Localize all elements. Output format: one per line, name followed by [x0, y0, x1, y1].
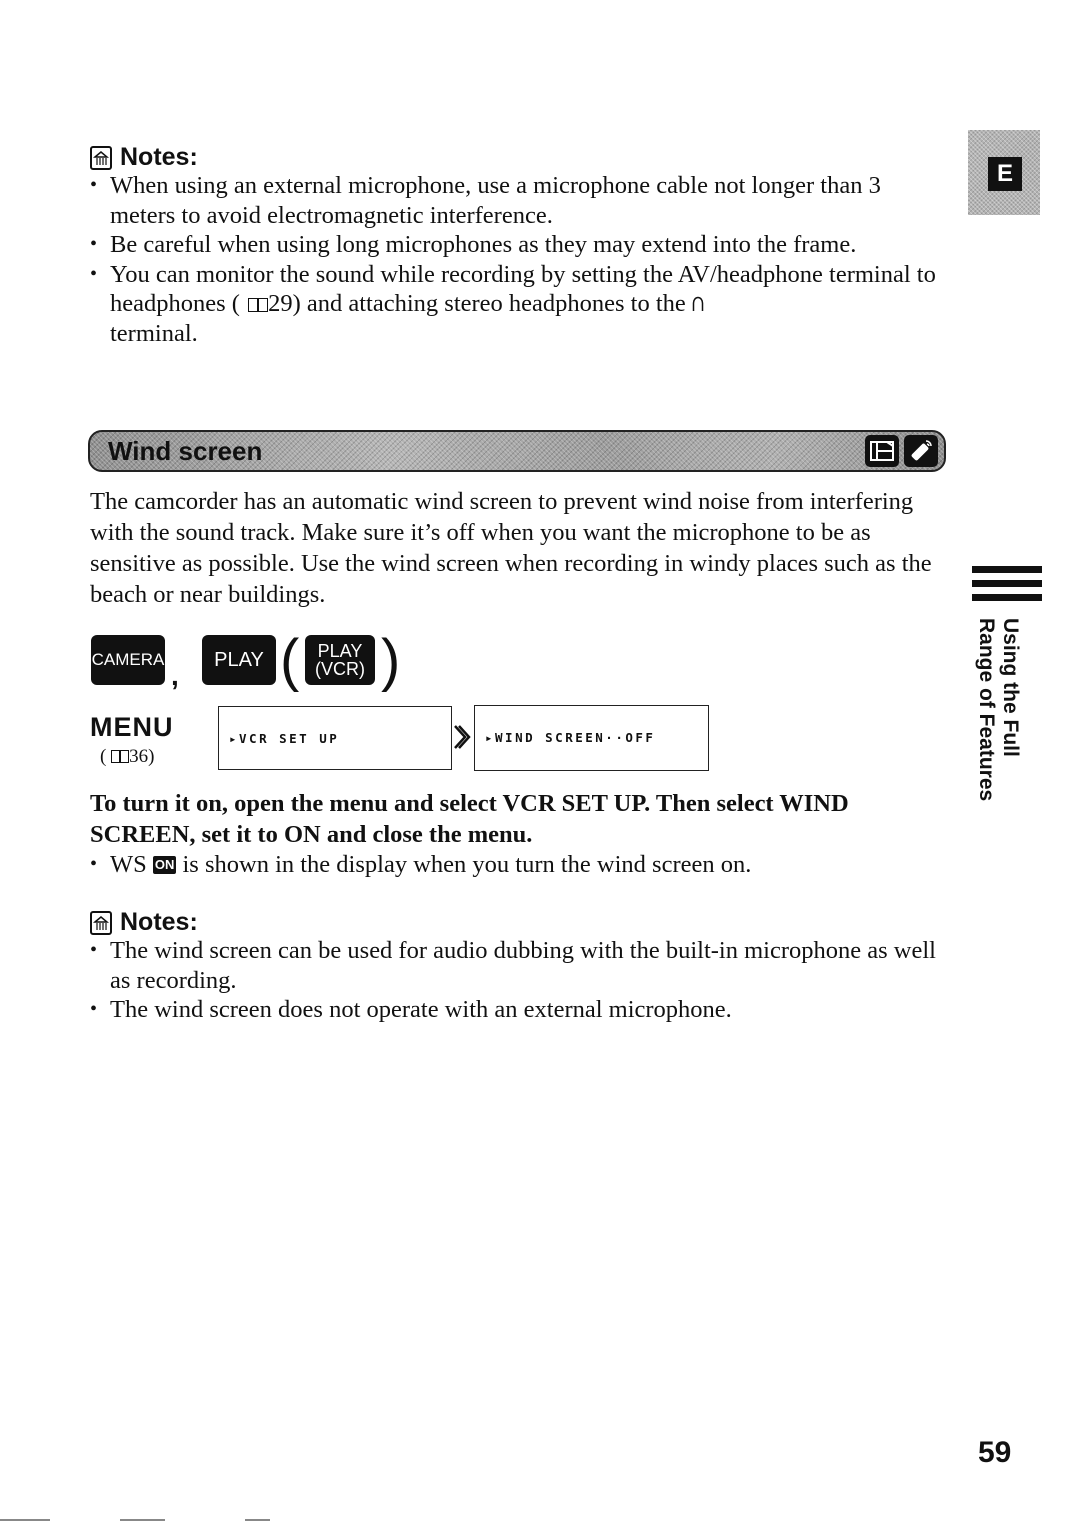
- next-step-arrow-icon: [453, 724, 471, 755]
- ref-paren: (: [100, 746, 107, 767]
- play-vcr-line1: PLAY: [317, 641, 363, 661]
- page-number: 59: [978, 1436, 1012, 1469]
- headphone-icon: [692, 291, 704, 311]
- menu-screen-vcr-setup: ▸VCR SET UP: [218, 706, 452, 770]
- language-tab: E: [968, 130, 1040, 215]
- display-note-text: is shown in the display when you turn th…: [182, 851, 752, 878]
- book-ref-icon: [248, 298, 269, 312]
- menu-screen-wind-screen: ▸WIND SCREEN··OFF: [474, 705, 709, 771]
- display-note-list: WS ON is shown in the display when you t…: [90, 850, 940, 880]
- on-badge: ON: [152, 856, 177, 874]
- section-header: Wind screen: [88, 430, 946, 472]
- menu-screen-text: ▸WIND SCREEN··OFF: [485, 730, 656, 745]
- note-text: ) and attaching stereo headphones to the: [292, 290, 686, 317]
- notes-header-top: Notes:: [90, 143, 198, 172]
- camera-mode-key: CAMERA: [91, 635, 165, 685]
- play-vcr-line2: (VCR): [315, 659, 365, 679]
- notes-title: Notes:: [120, 143, 198, 171]
- menu-label: MENU: [90, 712, 174, 742]
- tab-bar: [972, 580, 1042, 587]
- scan-artifact: [245, 1519, 270, 1521]
- notes-list-bottom: The wind screen can be used for audio du…: [90, 936, 950, 1025]
- section-title: Wind screen: [108, 436, 263, 466]
- tab-bar: [972, 566, 1042, 573]
- menu-page-ref: ( 36): [100, 746, 154, 768]
- notes-list-top: When using an external microphone, use a…: [90, 171, 940, 348]
- ws-text: WS: [110, 851, 147, 878]
- chapter-tab-bars: [972, 566, 1042, 608]
- display-note-item: WS ON is shown in the display when you t…: [90, 850, 940, 880]
- note-item: Be careful when using long microphones a…: [90, 230, 940, 260]
- scan-artifact: [0, 1519, 50, 1521]
- chapter-line-1: Using the Full: [999, 618, 1022, 757]
- notes-header-bottom: Notes:: [90, 908, 198, 937]
- note-item: You can monitor the sound while recordin…: [90, 260, 940, 349]
- note-item: The wind screen can be used for audio du…: [90, 936, 950, 995]
- intro-paragraph: The camcorder has an automatic wind scre…: [90, 488, 932, 608]
- note-text: terminal.: [110, 319, 198, 347]
- ref-page: 36): [129, 746, 155, 767]
- play-mode-key: PLAY: [202, 635, 276, 685]
- chapter-line-2: Range of Features: [975, 618, 998, 802]
- play-vcr-mode-key: PLAY (VCR): [305, 635, 375, 685]
- scan-artifact: [120, 1519, 165, 1521]
- notes-icon: [90, 910, 112, 935]
- paren-close: ): [381, 628, 401, 693]
- instruction-text: To turn it on, open the menu and select …: [90, 790, 849, 848]
- tab-bar: [972, 594, 1042, 601]
- paren-open: (: [280, 628, 300, 693]
- separator-comma: ,: [171, 660, 179, 691]
- notes-icon: [90, 145, 112, 170]
- note-item: The wind screen does not operate with an…: [90, 995, 950, 1025]
- book-ref-icon: [111, 750, 130, 763]
- chapter-tab-label: Using the Full Range of Features: [970, 616, 1030, 801]
- menu-screen-text: ▸VCR SET UP: [229, 731, 340, 746]
- remote-control-icon: [904, 435, 938, 467]
- language-badge: E: [988, 157, 1022, 191]
- notes-title: Notes:: [120, 908, 198, 936]
- note-item: When using an external microphone, use a…: [90, 171, 940, 230]
- page-ref: 29: [268, 290, 293, 317]
- camcorder-mode-icon: [865, 435, 899, 467]
